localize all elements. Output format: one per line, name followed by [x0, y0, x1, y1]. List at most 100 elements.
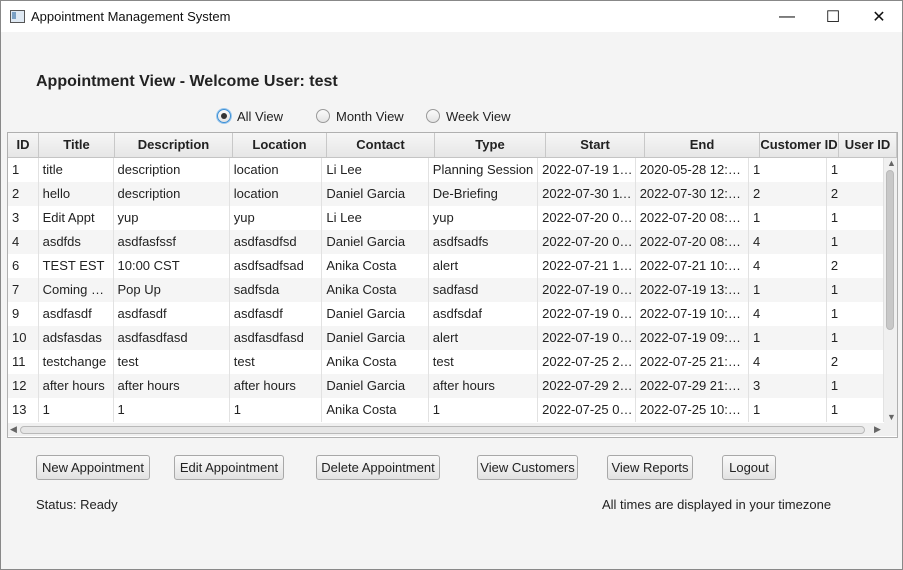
column-header[interactable]: ID: [8, 133, 39, 157]
appointments-table[interactable]: ID Title Description Location Contact Type Sta…: [7, 132, 898, 438]
table-cell: 1: [827, 374, 885, 398]
table-cell: 3: [749, 374, 827, 398]
table-row[interactable]: 12 after hours after hours after hours Danie…: [8, 374, 885, 398]
table-cell: asdfasdfasd: [114, 326, 230, 350]
table-cell: 1: [827, 302, 885, 326]
table-cell: 1: [114, 398, 230, 422]
table-header: ID Title Description Location Contact Type Sta…: [8, 133, 897, 158]
column-header[interactable]: Customer ID: [760, 133, 839, 157]
table-cell: 1: [827, 326, 885, 350]
table-cell: after hours: [114, 374, 230, 398]
view-customers-button[interactable]: View Customers: [477, 455, 578, 480]
table-row[interactable]: 9 asdfasdf asdfasdf asdfasdf Daniel Garcia as…: [8, 302, 885, 326]
table-cell: 2: [827, 350, 885, 374]
delete-appointment-button[interactable]: Delete Appointment: [316, 455, 440, 480]
column-header[interactable]: Type: [435, 133, 546, 157]
edit-appointment-button[interactable]: Edit Appointment: [174, 455, 284, 480]
radio-unselected-icon[interactable]: [316, 109, 330, 123]
radio-unselected-icon[interactable]: [426, 109, 440, 123]
table-cell: Pop Up: [114, 278, 230, 302]
column-header[interactable]: Location: [233, 133, 327, 157]
table-row[interactable]: 2 hello description location Daniel Garcia De…: [8, 182, 885, 206]
table-cell: location: [230, 158, 323, 182]
column-header[interactable]: Title: [39, 133, 115, 157]
table-cell: 2022-07-19 15:...: [538, 158, 636, 182]
table-cell: alert: [429, 326, 539, 350]
new-appointment-button[interactable]: New Appointment: [36, 455, 150, 480]
table-row[interactable]: 10 adsfasdas asdfasdfasd asdfasdfasd Daniel …: [8, 326, 885, 350]
table-cell: 2022-07-19 09:40:...: [636, 326, 749, 350]
scroll-right-icon[interactable]: ▶: [874, 424, 881, 435]
table-cell: asdfds: [39, 230, 114, 254]
table-cell: asdfsadfs: [429, 230, 539, 254]
table-cell: 1: [827, 230, 885, 254]
table-cell: asdfasdf: [39, 302, 114, 326]
table-cell: 4: [749, 350, 827, 374]
maximize-button[interactable]: ☐: [810, 1, 856, 32]
table-cell: 2022-07-25 21:00:...: [636, 350, 749, 374]
table-cell: description: [114, 182, 230, 206]
scroll-up-icon[interactable]: ▲: [887, 158, 896, 168]
table-cell: test: [230, 350, 323, 374]
table-cell: location: [230, 182, 323, 206]
horizontal-scrollbar[interactable]: ◀ ▶: [8, 423, 897, 436]
table-cell: 2022-07-20 07:...: [538, 206, 636, 230]
logout-button[interactable]: Logout: [722, 455, 776, 480]
table-cell: Daniel Garcia: [322, 326, 429, 350]
table-cell: 2022-07-29 21:00:...: [636, 374, 749, 398]
column-header[interactable]: Description: [115, 133, 233, 157]
table-cell: test: [114, 350, 230, 374]
table-cell: asdfasdf: [230, 302, 323, 326]
table-cell: 2022-07-25 10:00:...: [636, 398, 749, 422]
table-row[interactable]: 11 testchange test test Anika Costa test 2022-…: [8, 350, 885, 374]
table-cell: 2022-07-30 12:00:...: [636, 182, 749, 206]
table-cell: alert: [429, 254, 539, 278]
table-cell: Planning Session: [429, 158, 539, 182]
table-row[interactable]: 3 Edit Appt yup yup Li Lee yup 2022-07-20 07:.…: [8, 206, 885, 230]
radio-week-view[interactable]: Week View: [426, 107, 511, 125]
table-row[interactable]: 6 TEST EST 10:00 CST asdfsadfsad Anika Costa…: [8, 254, 885, 278]
table-cell: Anika Costa: [322, 350, 429, 374]
table-cell: asdfasfssf: [114, 230, 230, 254]
radio-month-view[interactable]: Month View: [316, 107, 404, 125]
radio-all-view[interactable]: All View: [217, 107, 283, 125]
view-reports-button[interactable]: View Reports: [607, 455, 693, 480]
title-bar[interactable]: Appointment Management System — ☐ ✕: [1, 1, 902, 32]
minimize-button[interactable]: —: [764, 1, 810, 32]
radio-selected-icon[interactable]: [217, 109, 231, 123]
table-cell: Edit Appt: [39, 206, 114, 230]
table-cell: 9: [8, 302, 39, 326]
table-cell: Li Lee: [322, 206, 429, 230]
vertical-scrollbar[interactable]: ▲ ▼: [884, 158, 897, 424]
table-cell: 1: [39, 398, 114, 422]
radio-label: Week View: [446, 108, 511, 124]
horizontal-scroll-thumb[interactable]: [20, 426, 865, 434]
table-cell: asdfasdfasd: [230, 326, 323, 350]
table-cell: 1: [827, 158, 885, 182]
vertical-scroll-thumb[interactable]: [886, 170, 894, 330]
table-cell: TEST EST: [39, 254, 114, 278]
table-row[interactable]: 7 Coming So... Pop Up sadfsda Anika Costa sad…: [8, 278, 885, 302]
table-cell: 2022-07-20 08:40:...: [636, 206, 749, 230]
table-cell: asdfasdf: [114, 302, 230, 326]
table-row[interactable]: 1 title description location Li Lee Planning …: [8, 158, 885, 182]
column-header[interactable]: User ID: [839, 133, 897, 157]
table-row[interactable]: 4 asdfds asdfasfssf asdfasdfsd Daniel Garcia…: [8, 230, 885, 254]
column-header[interactable]: Start: [546, 133, 645, 157]
table-row[interactable]: 13 1 1 1 Anika Costa 1 2022-07-25 09:... 2022-0…: [8, 398, 885, 422]
table-cell: Li Lee: [322, 158, 429, 182]
status-text: Status: Ready: [36, 497, 118, 512]
column-header[interactable]: Contact: [327, 133, 435, 157]
timezone-note: All times are displayed in your timezone: [602, 497, 832, 512]
table-cell: 2022-07-19 09:...: [538, 302, 636, 326]
table-body: 1 title description location Li Lee Planning …: [8, 158, 885, 422]
table-cell: description: [114, 158, 230, 182]
close-button[interactable]: ✕: [856, 1, 902, 32]
table-cell: sadfsda: [230, 278, 323, 302]
scroll-left-icon[interactable]: ◀: [10, 424, 17, 435]
scroll-down-icon[interactable]: ▼: [887, 412, 896, 422]
table-cell: Coming So...: [39, 278, 114, 302]
table-cell: adsfasdas: [39, 326, 114, 350]
table-cell: 2022-07-21 10:30:...: [636, 254, 749, 278]
column-header[interactable]: End: [645, 133, 760, 157]
